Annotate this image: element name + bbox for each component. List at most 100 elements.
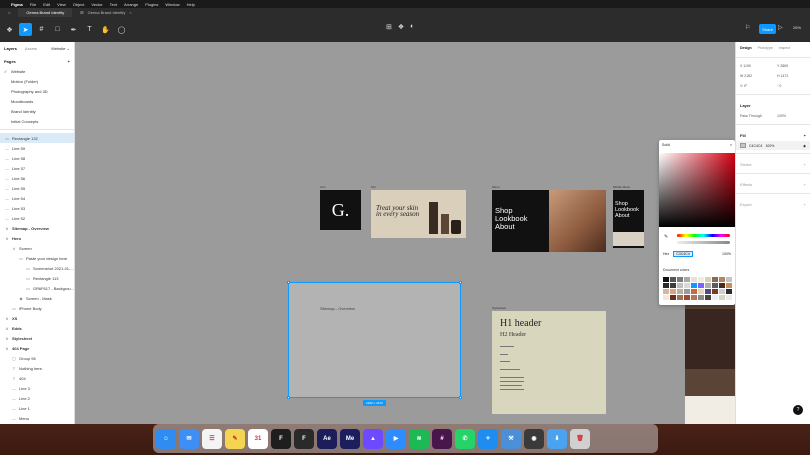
color-swatch[interactable] [719, 283, 725, 288]
calendar-icon[interactable]: 31 [248, 428, 268, 449]
color-swatch[interactable] [670, 277, 676, 282]
layer-item[interactable]: ▢ Group 96 [0, 353, 74, 363]
opacity-input[interactable]: 100% [722, 252, 731, 256]
text-tool-icon[interactable]: T [83, 23, 96, 36]
frame-label[interactable]: OG [371, 185, 376, 189]
menu-file[interactable]: File [30, 2, 36, 7]
fill-row[interactable]: C4C4C4 100% ◉ [736, 141, 810, 150]
component-icon[interactable]: ⊞ [386, 23, 392, 31]
present-icon[interactable]: ▷ [778, 24, 783, 31]
color-swatch[interactable] [705, 289, 711, 294]
layer-item[interactable]: ▭ Screenshot 2021-01-... [0, 263, 74, 273]
page-item[interactable]: ✓ Website [0, 66, 74, 76]
fill-swatch[interactable] [740, 143, 746, 148]
color-swatch[interactable] [698, 295, 704, 300]
menu-edit[interactable]: Edit [43, 2, 50, 7]
frame-label[interactable]: Mobile Menu [613, 185, 630, 189]
color-swatch[interactable] [691, 277, 697, 282]
layer-item[interactable]: — Line 59 [0, 143, 74, 153]
color-swatch[interactable] [712, 283, 718, 288]
layer-item[interactable]: — Menu [0, 413, 74, 423]
add-export-icon[interactable]: + [804, 202, 806, 207]
figma-menu-icon[interactable]: ❖ [3, 23, 16, 36]
color-swatch[interactable] [726, 283, 732, 288]
radius-field[interactable]: ◜ 0 [777, 84, 806, 88]
after-effects-icon[interactable]: Ae [317, 428, 337, 449]
color-swatch[interactable] [684, 283, 690, 288]
fill-hex[interactable]: C4C4C4 [749, 144, 762, 148]
slack-icon[interactable]: # [432, 428, 452, 449]
y-field[interactable]: Y 2869 [777, 64, 806, 68]
layer-item[interactable]: — Line 53 [0, 203, 74, 213]
layer-item[interactable]: — Line 1 [0, 403, 74, 413]
alpha-slider[interactable] [677, 241, 730, 244]
layer-item[interactable]: # Screen [0, 243, 74, 253]
hex-label[interactable]: Hex [663, 252, 669, 256]
color-swatch[interactable] [719, 277, 725, 282]
menu-plugins[interactable]: Plugins [145, 2, 158, 7]
close-icon[interactable]: × [730, 143, 732, 147]
layer-item[interactable]: # Edds [0, 323, 74, 333]
hue-slider[interactable] [677, 234, 730, 237]
ad-frame[interactable]: Treat your skin in every season [371, 190, 466, 238]
whatsapp-icon[interactable]: ✆ [455, 428, 475, 449]
layer-item[interactable]: ▭ Rectangle 132 [0, 133, 74, 143]
resize-handle[interactable] [287, 281, 290, 284]
safari-icon[interactable]: ✧ [478, 428, 498, 449]
width-field[interactable]: W 2182 [740, 74, 769, 78]
layer-item[interactable]: T Nothing here. [0, 363, 74, 373]
color-swatch[interactable] [684, 277, 690, 282]
color-swatch[interactable] [677, 283, 683, 288]
color-swatch[interactable] [684, 295, 690, 300]
add-page-icon[interactable]: + [68, 59, 70, 64]
layer-item[interactable]: ▭ iPhone Body [0, 303, 74, 313]
color-swatch[interactable] [663, 295, 669, 300]
move-tool-icon[interactable]: ➤ [19, 23, 32, 36]
color-swatch[interactable] [691, 295, 697, 300]
color-swatch[interactable] [712, 289, 718, 294]
layer-item[interactable]: T 404 [0, 373, 74, 383]
color-swatch[interactable] [705, 283, 711, 288]
zoom-level[interactable]: 26% [793, 25, 801, 30]
color-swatch[interactable] [726, 289, 732, 294]
color-swatch[interactable] [663, 283, 669, 288]
eye-icon[interactable]: ◉ [803, 144, 806, 148]
page-item[interactable]: Motion (Folder) [0, 76, 74, 86]
color-swatch[interactable] [663, 277, 669, 282]
page-item[interactable]: Moodboards [0, 96, 74, 106]
color-swatch[interactable] [726, 277, 732, 282]
menu-vector[interactable]: Vector [91, 2, 102, 7]
page-item[interactable]: Brand Identity [0, 106, 74, 116]
color-swatch[interactable] [719, 289, 725, 294]
help-button[interactable]: ? [793, 405, 803, 415]
layer-item[interactable]: — Line 54 [0, 193, 74, 203]
layer-item[interactable]: — Line 57 [0, 163, 74, 173]
tab-file[interactable]: ⊞ Genna Brand Identity × [72, 8, 140, 17]
color-swatch[interactable] [726, 295, 732, 300]
quicktime-icon[interactable]: ◉ [524, 428, 544, 449]
xcode-tools-icon[interactable]: ⚒ [501, 428, 521, 449]
blend-mode-select[interactable]: Pass Through [740, 114, 769, 118]
x-field[interactable]: X 1190 [740, 64, 769, 68]
mail-icon[interactable]: ✉ [179, 428, 199, 449]
close-icon[interactable]: × [129, 10, 131, 15]
tab-assets[interactable]: Assets [25, 46, 37, 51]
menu-object[interactable]: Object [73, 2, 85, 7]
color-swatch[interactable] [670, 295, 676, 300]
layer-item[interactable]: — Line 56 [0, 173, 74, 183]
page-selector[interactable]: Website ⌄ [51, 46, 70, 51]
layer-item[interactable]: # Hero [0, 233, 74, 243]
color-swatch[interactable] [670, 289, 676, 294]
layer-item[interactable]: — Line 52 [0, 213, 74, 223]
frame-label[interactable]: Stylesheet [492, 306, 506, 310]
menu-frame[interactable]: Shop Lookbook About [492, 190, 606, 252]
add-effect-icon[interactable]: + [804, 182, 806, 187]
menu-text[interactable]: Text [110, 2, 117, 7]
contrast-icon[interactable]: ◐ [410, 23, 414, 31]
color-swatch[interactable] [677, 289, 683, 294]
tab-file-active[interactable]: Genna Brand Identity [18, 8, 73, 17]
color-swatch[interactable] [691, 283, 697, 288]
fill-opacity[interactable]: 100% [765, 144, 774, 148]
resize-handle[interactable] [459, 281, 462, 284]
finder-icon[interactable]: ☺ [156, 428, 176, 449]
